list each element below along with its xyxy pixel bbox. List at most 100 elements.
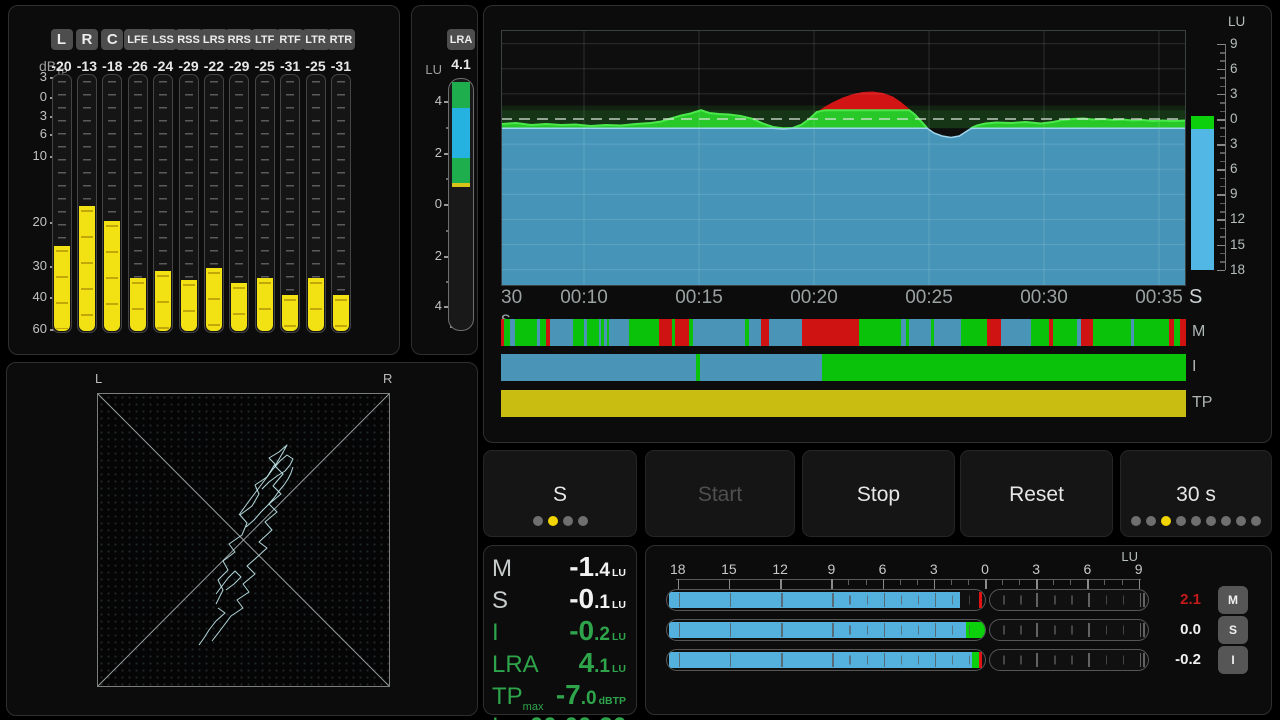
readout-value-main: 4 (579, 647, 595, 678)
page-dot (1131, 516, 1141, 526)
page-dot (1176, 516, 1186, 526)
history-axis-tick (1217, 219, 1225, 221)
button-start[interactable]: Start (645, 450, 795, 537)
meter-pill-right-M (989, 589, 1149, 611)
readout-label: S (492, 587, 508, 615)
meter-scale-label: 30 (13, 258, 47, 273)
channel-meter-bar-RSS (181, 280, 197, 331)
strip-segment (761, 319, 769, 346)
button-reset[interactable]: Reset (960, 450, 1113, 537)
strip-segment (573, 319, 584, 346)
history-axis-label: 6 (1230, 61, 1238, 76)
pill-tick (781, 593, 783, 607)
pill-tick (1088, 653, 1090, 667)
fill-blue (669, 622, 966, 638)
pill-minor-tick (1106, 596, 1108, 605)
pill-minor-tick (1123, 596, 1125, 605)
pill-tick (781, 623, 783, 637)
summary-scale-label: 3 (1021, 561, 1051, 577)
summary-value-S: 0.0 (1141, 621, 1201, 638)
goniometer-trace-svg (98, 394, 389, 686)
channel-badge-RSS: RSS (175, 29, 203, 50)
summary-scale-tick (831, 579, 833, 589)
lra-value: 4.1 (446, 56, 476, 72)
history-strip-I (501, 354, 1186, 381)
pill-minor-tick (1071, 656, 1073, 665)
history-axis-tick (1217, 245, 1225, 247)
history-axis-minor-tick (1220, 77, 1225, 79)
summary-scale-minor-tick (1002, 579, 1003, 585)
channel-meter-R (77, 74, 97, 333)
history-axis-tick (1217, 69, 1225, 71)
pill-tick (679, 653, 681, 667)
pill-minor-tick (952, 626, 954, 635)
summary-scale-label: 6 (868, 561, 898, 577)
page-dot (548, 516, 558, 526)
lra-meter (448, 78, 474, 331)
meter-pill-right-I (989, 649, 1149, 671)
summary-scale-minor-tick (848, 579, 849, 585)
summary-scale-label: 9 (1124, 561, 1154, 577)
channel-badge-LFE: LFE (124, 29, 152, 50)
pill-minor-tick (969, 626, 971, 635)
pill-minor-tick (1020, 596, 1022, 605)
readout-value-decimal: .4 (594, 560, 610, 581)
max-marker (979, 592, 982, 608)
readout-value-unit: LU (612, 599, 626, 611)
pill-minor-tick (918, 626, 920, 635)
summary-scale-minor-tick (1104, 579, 1105, 585)
channel-meter-C (102, 74, 122, 333)
pill-minor-tick (1123, 626, 1125, 635)
channel-meter-bar-RTR (333, 295, 349, 331)
history-axis-minor-tick (1220, 127, 1225, 129)
summary-value-M: 2.1 (1141, 591, 1201, 608)
button-stop[interactable]: Stop (802, 450, 955, 537)
channel-meter-bar-C (104, 221, 120, 331)
summary-scale-minor-tick (866, 579, 867, 585)
button-label: Reset (961, 483, 1112, 507)
summary-scale-label: 0 (970, 561, 1000, 577)
readout-value: 4.1LU (579, 647, 626, 679)
lra-meter-segment-blue (452, 108, 470, 158)
pill-minor-tick (918, 596, 920, 605)
summary-badge-S[interactable]: S (1218, 616, 1248, 644)
summary-badge-M[interactable]: M (1218, 586, 1248, 614)
pill-minor-tick (849, 596, 851, 605)
history-axis-label: 3 (1230, 136, 1238, 151)
summary-badge-I[interactable]: I (1218, 646, 1248, 674)
goniometer-right-label: R (383, 371, 392, 386)
channel-badge-RTF: RTF (276, 29, 304, 50)
channel-meter-RSS (179, 74, 199, 333)
page-dot (1161, 516, 1171, 526)
channel-badge-LSS: LSS (149, 29, 177, 50)
lra-scale-label: 0 (408, 196, 442, 211)
button-label: Start (646, 483, 794, 507)
history-time-label: 00:20 (780, 287, 848, 309)
pill-minor-tick (901, 656, 903, 665)
goniometer-display (97, 393, 390, 687)
pill-minor-tick (1106, 656, 1108, 665)
page-dot (1236, 516, 1246, 526)
channel-badge-LTR: LTR (302, 29, 330, 50)
history-strip-label: M (1192, 323, 1205, 341)
goniometer-left-label: L (95, 371, 102, 386)
readout-value-unit: LU (612, 631, 626, 643)
readout-row-m: M-1.4LU (484, 551, 636, 583)
lra-meter-segment-yellow (452, 183, 470, 187)
page-dot (1221, 516, 1231, 526)
summary-scale-minor-tick (1070, 579, 1071, 585)
history-axis-minor-tick (1220, 261, 1225, 263)
readout-value-main: -7 (556, 679, 581, 710)
summary-scale-tick (1087, 579, 1089, 589)
max-marker (979, 652, 982, 668)
readout-value: -0.1LU (569, 583, 626, 615)
button-30s[interactable]: 30 s (1120, 450, 1272, 537)
pill-minor-tick (1003, 656, 1005, 665)
button-s[interactable]: S (483, 450, 637, 537)
history-axis-label: 12 (1230, 211, 1245, 226)
strip-segment (859, 319, 901, 346)
lra-meter-segment-green (452, 82, 470, 108)
meter-pill-left-I (666, 649, 986, 671)
readout-value-decimal: .0 (581, 688, 597, 709)
pill-tick (1088, 593, 1090, 607)
